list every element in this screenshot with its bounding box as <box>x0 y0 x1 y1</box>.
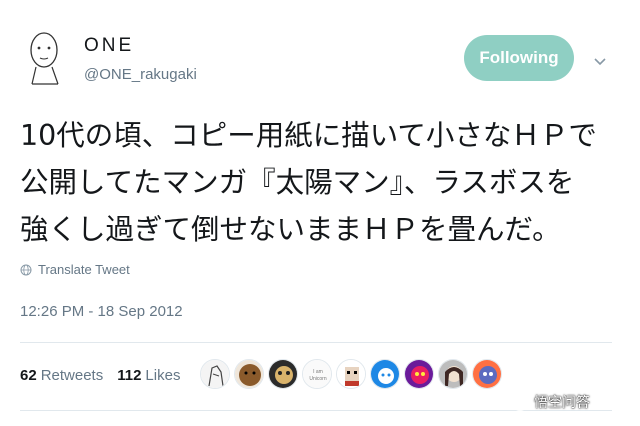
translate-tweet-link[interactable]: Translate Tweet <box>20 262 130 277</box>
tweet-line: 強くし過ぎて倒せないままＨＰを畳んだ。 <box>20 213 561 246</box>
retweets-stat[interactable]: 62 Retweets <box>20 367 103 384</box>
likes-stat[interactable]: 112 Likes <box>117 367 180 384</box>
divider <box>20 342 612 343</box>
liker-avatar[interactable] <box>370 359 400 389</box>
tweet-stats: 62 Retweets 112 Likes <box>20 367 180 384</box>
liker-avatar[interactable] <box>336 359 366 389</box>
retweets-count: 62 <box>20 367 37 384</box>
liker-avatar[interactable] <box>200 359 230 389</box>
liker-avatar[interactable]: I am Unicorn <box>302 359 332 389</box>
display-name[interactable]: ONE <box>84 35 134 57</box>
globe-icon <box>20 264 32 275</box>
tweet-line: 10代の頃、コピー用紙に描いて小さなＨＰで <box>20 119 597 152</box>
liker-avatar[interactable] <box>438 359 468 389</box>
likes-label: Likes <box>145 367 181 384</box>
svg-text:Unicorn: Unicorn <box>309 376 326 382</box>
liker-avatar[interactable] <box>234 359 264 389</box>
watermark: 悟空问答 <box>510 392 590 412</box>
liker-avatar[interactable] <box>268 359 298 389</box>
tweet-line: 公開してたマンガ『太陽マン』、ラスボスを <box>20 166 575 199</box>
likers-avatars: I am Unicorn <box>200 359 502 389</box>
liker-avatar[interactable] <box>404 359 434 389</box>
svg-text:I am: I am <box>313 369 323 375</box>
watermark-label: 悟空问答 <box>534 395 590 411</box>
profile-avatar[interactable] <box>20 28 72 92</box>
wukong-logo-icon <box>511 393 529 411</box>
retweets-label: Retweets <box>40 367 104 384</box>
user-handle[interactable]: @ONE_rakugaki <box>84 66 197 83</box>
following-button[interactable]: Following <box>464 35 574 81</box>
chevron-down-icon[interactable] <box>593 52 607 66</box>
liker-avatar[interactable] <box>472 359 502 389</box>
likes-count: 112 <box>117 367 142 384</box>
translate-label[interactable]: Translate Tweet <box>38 262 130 277</box>
tweet-timestamp[interactable]: 12:26 PM - 18 Sep 2012 <box>20 303 183 320</box>
tweet-text: 10代の頃、コピー用紙に描いて小さなＨＰで 公開してたマンガ『太陽マン』、ラスボ… <box>20 112 630 253</box>
